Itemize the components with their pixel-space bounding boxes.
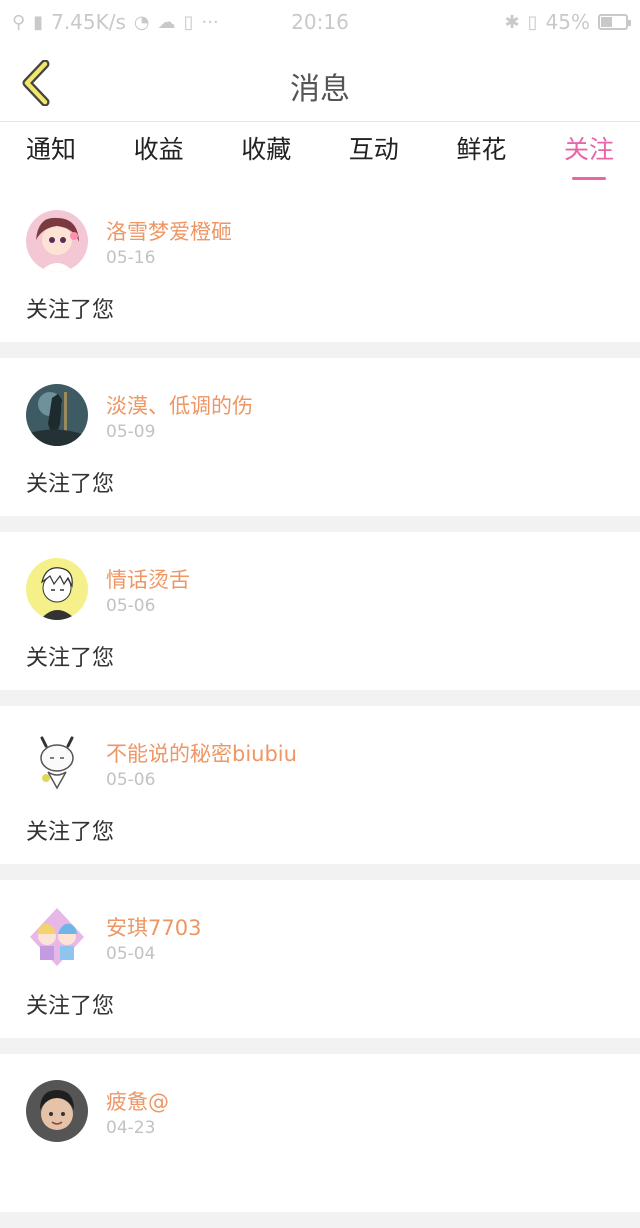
user-name[interactable]: 安琪7703 <box>106 912 201 942</box>
message-date: 04-23 <box>106 1118 156 1138</box>
tab-follows[interactable]: 关注 <box>564 122 614 184</box>
user-name[interactable]: 淡漠、低调的伤 <box>106 390 253 420</box>
message-text: 关注了您 <box>26 298 115 323</box>
message-text: 关注了您 <box>26 820 115 845</box>
user-name[interactable]: 情话烫舌 <box>106 564 190 594</box>
message-text: 关注了您 <box>26 472 115 497</box>
message-date: 05-16 <box>106 248 156 268</box>
avatar[interactable] <box>26 1080 88 1142</box>
list-item[interactable]: 淡漠、低调的伤 05-09 关注了您 <box>0 358 640 516</box>
tab-flowers[interactable]: 鲜花 <box>456 122 506 184</box>
status-time: 20:16 <box>291 10 349 34</box>
message-date: 05-06 <box>106 596 156 616</box>
message-date: 05-04 <box>106 944 156 964</box>
message-text: 关注了您 <box>26 646 115 671</box>
message-date: 05-09 <box>106 422 156 442</box>
tab-favorites[interactable]: 收藏 <box>241 122 291 184</box>
user-name[interactable]: 不能说的秘密biubiu <box>106 738 297 768</box>
avatar[interactable] <box>26 906 88 968</box>
avatar[interactable] <box>26 732 88 794</box>
battery-icon <box>598 14 631 30</box>
list-item[interactable]: 洛雪梦爱橙砸 05-16 关注了您 <box>0 184 640 342</box>
tab-notifications[interactable]: 通知 <box>26 122 76 184</box>
tab-earnings[interactable]: 收益 <box>134 122 184 184</box>
list-item[interactable]: 不能说的秘密biubiu 05-06 关注了您 <box>0 706 640 864</box>
message-text: 关注了您 <box>26 994 115 1019</box>
battery-fill <box>601 17 612 27</box>
user-name[interactable]: 洛雪梦爱橙砸 <box>106 216 232 246</box>
tab-interactions[interactable]: 互动 <box>349 122 399 184</box>
user-name[interactable]: 疲惫@ <box>106 1086 169 1116</box>
avatar[interactable] <box>26 210 88 272</box>
message-date: 05-06 <box>106 770 156 790</box>
page-title: 消息 <box>290 72 350 107</box>
navigation-bar: 消息 <box>0 44 640 122</box>
list-item[interactable]: 情话烫舌 05-06 关注了您 <box>0 532 640 690</box>
tab-bar: 通知 收益 收藏 互动 鲜花 关注 <box>0 122 640 184</box>
status-bar: ⚲ ▮ 7.45K/s ◔ ☁ ▯ ··· 20:16 ✱ ▯ 45% <box>0 0 640 44</box>
avatar[interactable] <box>26 384 88 446</box>
list-item[interactable]: 疲惫@ 04-23 <box>0 1054 640 1212</box>
message-list: 洛雪梦爱橙砸 05-16 关注了您 淡漠、低调的伤 05-09 关注了您 情话烫… <box>0 184 640 1228</box>
list-item[interactable]: 安琪7703 05-04 关注了您 <box>0 880 640 1038</box>
avatar[interactable] <box>26 558 88 620</box>
